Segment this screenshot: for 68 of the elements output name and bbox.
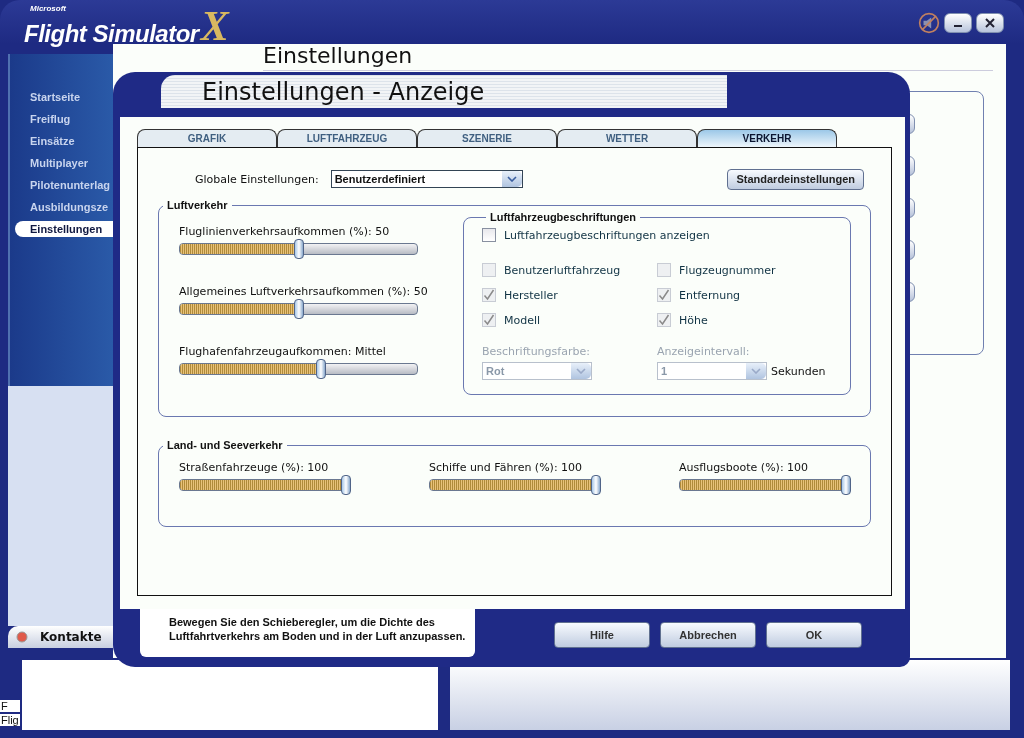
slider[interactable] bbox=[179, 475, 351, 495]
field-label: Globale Einstellungen: bbox=[195, 172, 319, 186]
dialog-button[interactable]: Abbrechen bbox=[660, 622, 756, 648]
checkbox[interactable] bbox=[482, 228, 496, 242]
tab[interactable]: GRAFIK bbox=[137, 129, 277, 147]
tab[interactable]: WETTER bbox=[557, 129, 697, 147]
dialog-button[interactable]: Hilfe bbox=[554, 622, 650, 648]
field-label: Anzeigeintervall: bbox=[657, 345, 751, 358]
slider-label: Fluglinienverkehrsaufkommen (%): 50 bbox=[179, 225, 391, 238]
unit-label: Sekunden bbox=[771, 364, 826, 378]
field-label: Beschriftungsfarbe: bbox=[482, 345, 591, 358]
checkbox-label: Flugzeugnummer bbox=[679, 263, 776, 277]
nav-item[interactable]: Einsätze bbox=[10, 133, 113, 149]
logo-mark: X bbox=[200, 4, 229, 48]
nav-item[interactable]: Multiplayer bbox=[10, 155, 113, 171]
status-light-icon bbox=[16, 631, 28, 643]
chevron-down-icon bbox=[506, 176, 517, 182]
tab[interactable]: SZENERIE bbox=[417, 129, 557, 147]
checkbox-label: Benutzerluftfahrzeug bbox=[504, 263, 621, 277]
slider[interactable] bbox=[179, 239, 418, 259]
slider-thumb[interactable] bbox=[293, 299, 304, 319]
chevron-down-icon bbox=[576, 368, 586, 374]
checkbox-label: Hersteller bbox=[504, 288, 558, 302]
desktop-item[interactable]: Flig bbox=[0, 714, 20, 726]
dialog-title: Einstellungen - Anzeige bbox=[161, 75, 727, 108]
close-button[interactable] bbox=[976, 13, 1004, 33]
desktop-item[interactable]: F bbox=[0, 700, 20, 712]
dialog-button[interactable]: OK bbox=[766, 622, 862, 648]
slider-label: Flughafenfahrzeugaufkommen: Mittel bbox=[179, 345, 387, 358]
slider-label: Allgemeines Luftverkehrsaufkommen (%): 50 bbox=[179, 285, 428, 298]
slider[interactable] bbox=[179, 299, 418, 319]
nav-item[interactable]: Einstellungen bbox=[15, 221, 113, 237]
tab[interactable]: LUFTFAHRZEUG bbox=[277, 129, 417, 147]
slider-thumb[interactable] bbox=[316, 359, 327, 379]
help-text: Bewegen Sie den Schieberegler, um die Dichte des Luftfahrtverkehrs am Boden und in der Luft anzupassen. bbox=[140, 609, 475, 657]
slider-label: Ausflugsboote (%): 100 bbox=[679, 461, 810, 474]
slider-thumb[interactable] bbox=[341, 475, 351, 495]
slider-label: Schiffe und Fähren (%): 100 bbox=[429, 461, 584, 474]
slider-thumb[interactable] bbox=[841, 475, 851, 495]
logo-brand: Microsoft bbox=[30, 4, 66, 13]
slider-thumb[interactable] bbox=[591, 475, 601, 495]
group-title: Luftverkehr bbox=[166, 199, 229, 211]
slider-thumb[interactable] bbox=[293, 239, 304, 259]
group-title: Land- und Seeverkehr bbox=[166, 439, 284, 451]
defaults-button[interactable]: Standardeinstellungen bbox=[727, 168, 864, 190]
minimize-icon bbox=[954, 25, 962, 27]
nav-item[interactable]: Pilotenunterlag bbox=[10, 177, 113, 193]
slider[interactable] bbox=[179, 359, 418, 379]
logo-text: Flight Simulator bbox=[24, 20, 199, 48]
slider[interactable] bbox=[679, 475, 851, 495]
group-title: Luftfahrzeugbeschriftungen bbox=[489, 211, 638, 223]
tab[interactable]: VERKEHR bbox=[697, 129, 837, 147]
close-icon bbox=[985, 18, 995, 28]
nav-item[interactable]: Freiflug bbox=[10, 111, 113, 127]
slider-label: Straßenfahrzeuge (%): 100 bbox=[179, 461, 330, 474]
checkbox-label: Entfernung bbox=[679, 288, 741, 302]
checkbox-label: Modell bbox=[504, 313, 541, 327]
nav-item[interactable]: Startseite bbox=[10, 89, 113, 105]
page-title: Einstellungen bbox=[263, 44, 993, 71]
minimize-button[interactable] bbox=[944, 13, 972, 33]
checkbox-label: Höhe bbox=[679, 313, 708, 327]
nav-item[interactable]: Ausbildungsze bbox=[10, 199, 113, 215]
preset-dropdown[interactable]: Benutzerdefiniert bbox=[330, 170, 523, 188]
speaker-muted-icon[interactable] bbox=[918, 12, 940, 34]
chevron-down-icon bbox=[751, 368, 761, 374]
contacts-label: Kontakte bbox=[40, 630, 102, 644]
slider[interactable] bbox=[429, 475, 601, 495]
checkbox-label: Luftfahrzeugbeschriftungen anzeigen bbox=[504, 228, 710, 242]
